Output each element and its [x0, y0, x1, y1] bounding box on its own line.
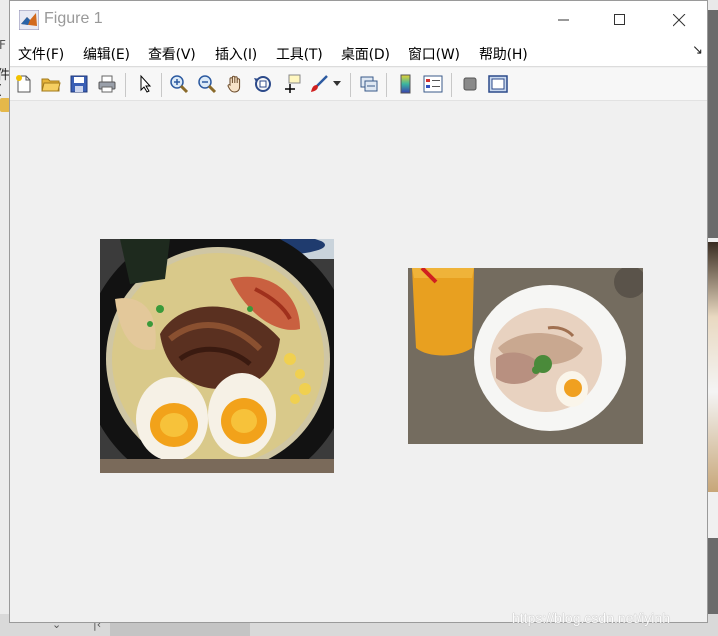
figure-window: Figure 1 文件(F) 编辑(E) 查看(V) 插入(I) 工具(T) 桌…	[9, 0, 708, 623]
window-title: Figure 1	[44, 10, 103, 27]
maximize-button[interactable]	[597, 1, 643, 39]
zoom-in-icon	[170, 75, 189, 94]
link-plot-button[interactable]	[358, 73, 380, 95]
background-image-fragment	[708, 242, 718, 492]
zoom-out-button[interactable]	[196, 73, 218, 95]
print-icon	[98, 75, 116, 93]
ramen-bowl-table	[408, 268, 643, 444]
scrollbar-thumb[interactable]	[110, 622, 250, 636]
ramen-bowl-closeup	[100, 239, 334, 473]
background-window-right	[708, 238, 718, 538]
open-file-button[interactable]	[40, 73, 62, 95]
zoom-in-button[interactable]	[168, 73, 190, 95]
legend-icon	[423, 75, 443, 93]
save-button[interactable]	[68, 73, 90, 95]
brush-dropdown-button[interactable]	[331, 73, 343, 95]
menu-help[interactable]: 帮助(H)	[479, 44, 528, 64]
toolbar-separator	[386, 73, 387, 97]
data-cursor-icon	[285, 74, 301, 93]
toolbar-separator	[125, 73, 126, 97]
colorbar-icon	[400, 74, 411, 94]
pan-hand-icon	[227, 75, 241, 93]
menu-edit[interactable]: 编辑(E)	[83, 44, 130, 64]
show-plot-tools-button[interactable]	[487, 73, 509, 95]
maximize-icon	[614, 14, 625, 25]
hide-plot-tools-button[interactable]	[459, 73, 481, 95]
brush-dropdown-icon	[333, 81, 341, 86]
toolbar-separator	[161, 73, 162, 97]
rotate-3d-button[interactable]	[252, 73, 274, 95]
minimize-button[interactable]	[541, 1, 587, 39]
ramen-table-image	[408, 268, 643, 444]
edit-plot-arrow-icon	[140, 74, 152, 93]
open-file-icon	[41, 78, 61, 92]
menu-insert[interactable]: 插入(I)	[215, 44, 257, 64]
new-figure-button[interactable]	[13, 73, 35, 95]
close-icon	[672, 13, 685, 26]
matlab-logo-icon	[19, 10, 39, 30]
ramen-closeup-image	[100, 239, 334, 473]
show-plot-tools-icon	[488, 75, 508, 93]
link-plot-icon	[360, 76, 378, 92]
brush-button[interactable]	[308, 73, 330, 95]
figure-canvas[interactable]	[10, 101, 707, 622]
brush-icon	[311, 75, 328, 92]
figure-toolbar	[10, 68, 707, 101]
new-figure-icon	[16, 75, 31, 93]
menu-view[interactable]: 查看(V)	[148, 44, 196, 64]
watermark-text: https://blog.csdn.net/iyinh	[512, 610, 670, 626]
save-icon	[70, 75, 88, 93]
menu-window[interactable]: 窗口(W)	[408, 44, 460, 64]
print-button[interactable]	[96, 73, 118, 95]
hide-plot-tools-icon	[463, 77, 477, 91]
toolbar-separator	[350, 73, 351, 97]
title-bar[interactable]: Figure 1	[10, 1, 707, 39]
colorbar-button[interactable]	[394, 73, 416, 95]
minimize-icon	[558, 19, 569, 21]
menu-desktop[interactable]: 桌面(D)	[341, 44, 390, 64]
edit-plot-button[interactable]	[134, 73, 156, 95]
zoom-out-icon	[198, 75, 217, 94]
pan-button[interactable]	[224, 73, 246, 95]
menu-bar: 文件(F) 编辑(E) 查看(V) 插入(I) 工具(T) 桌面(D) 窗口(W…	[10, 39, 707, 67]
toolbar-separator	[451, 73, 452, 97]
legend-button[interactable]	[422, 73, 444, 95]
menu-file[interactable]: 文件(F)	[18, 44, 64, 64]
dock-arrow-icon[interactable]: ↘	[692, 43, 703, 58]
rotate-3d-icon	[254, 76, 271, 92]
data-cursor-button[interactable]	[280, 73, 302, 95]
menu-tools[interactable]: 工具(T)	[276, 44, 323, 64]
background-text-fragment: F	[0, 38, 6, 52]
close-button[interactable]	[656, 1, 702, 39]
